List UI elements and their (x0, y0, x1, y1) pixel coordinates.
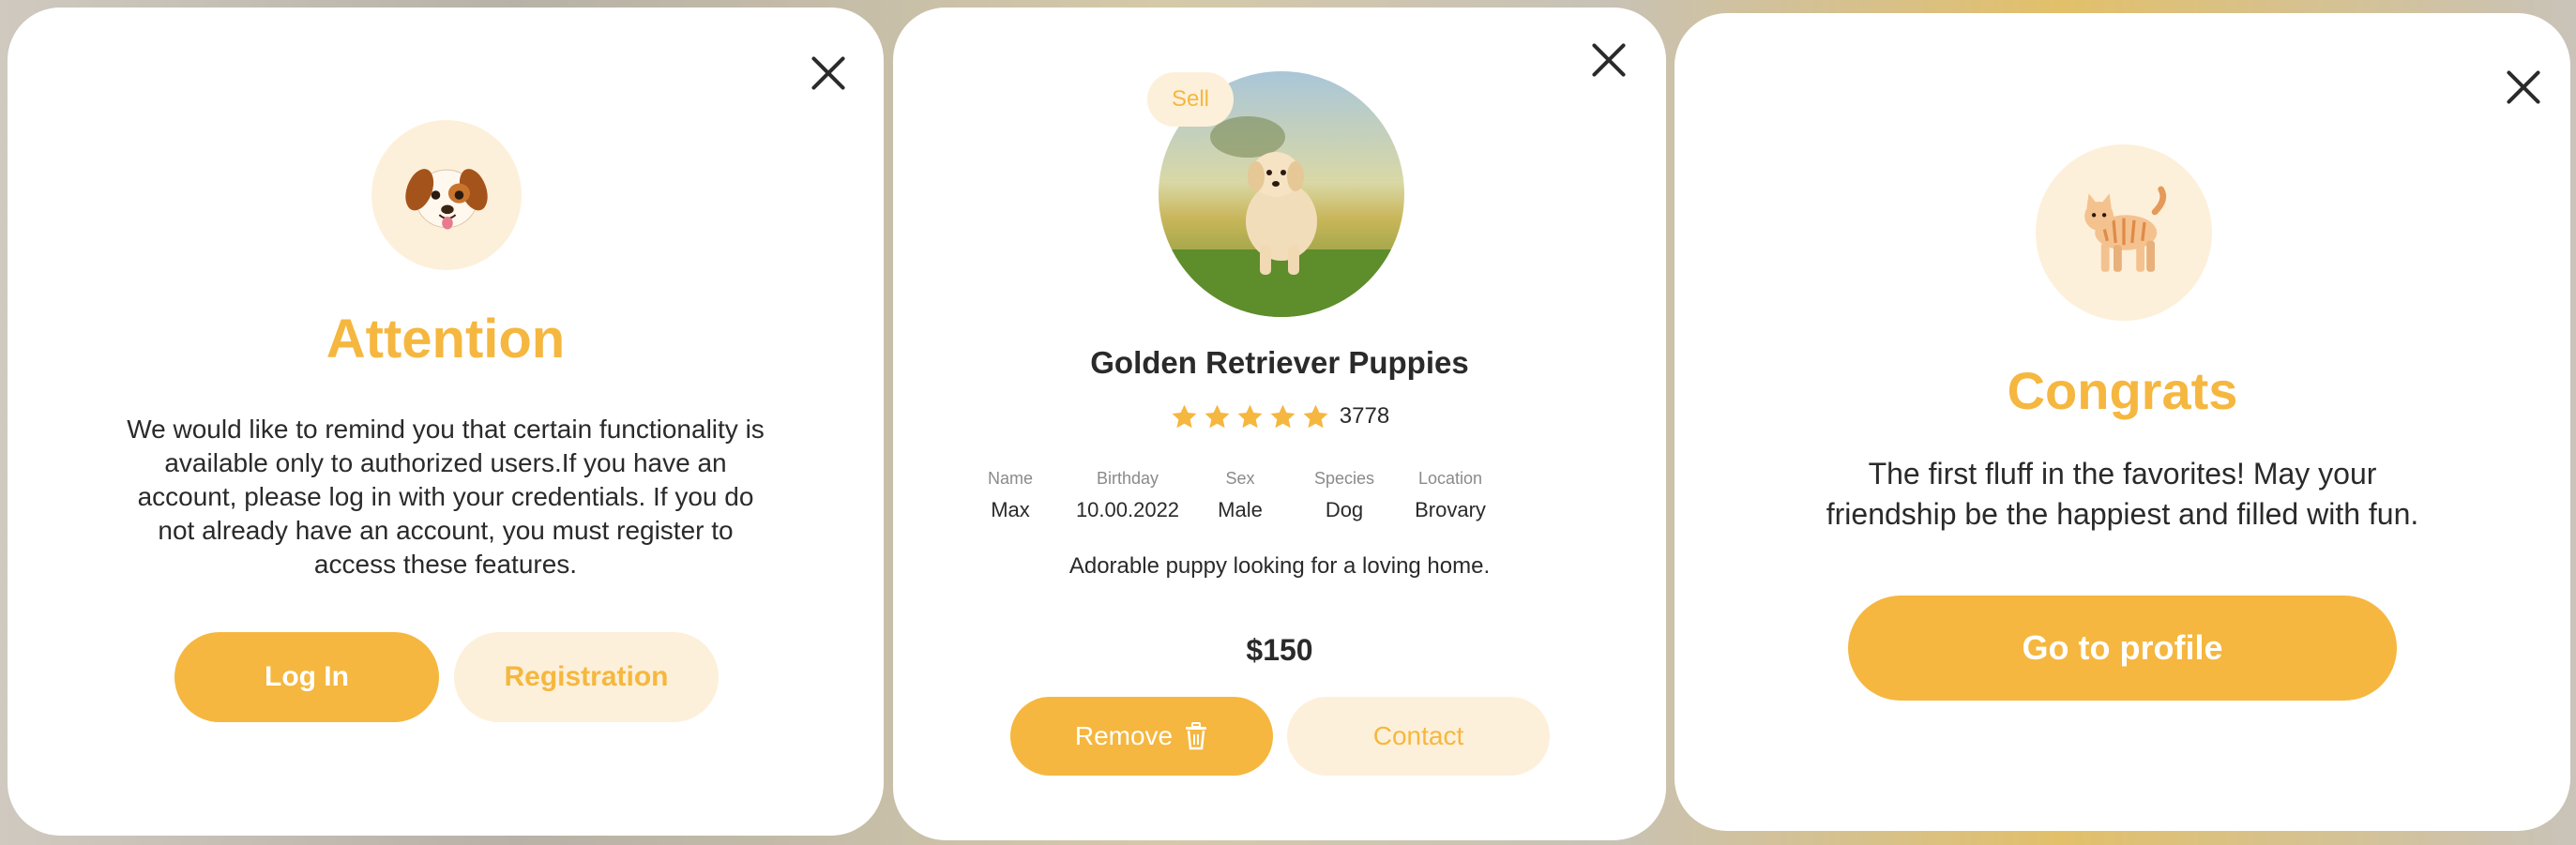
contact-button[interactable]: Contact (1287, 697, 1550, 776)
dog-face-icon (405, 169, 488, 230)
attention-message: We would like to remind you that certain… (64, 413, 827, 581)
star-icon (1303, 404, 1328, 428)
detail-label: Name (987, 469, 1033, 488)
registration-button[interactable]: Registration (454, 632, 719, 722)
cat-icon (2084, 186, 2167, 272)
rating-count: 3778 (1339, 403, 1390, 429)
star-icon (1270, 404, 1296, 428)
star-icon (1237, 404, 1263, 428)
login-button[interactable]: Log In (174, 632, 439, 722)
trash-icon (1186, 722, 1207, 750)
detail-label: Location (1417, 469, 1483, 488)
pet-price: $150 (1246, 633, 1313, 667)
message-line: The first fluff in the favorites! May yo… (1868, 457, 2377, 490)
dog-icon-circle (371, 120, 522, 270)
close-button[interactable] (1589, 40, 1629, 80)
star-icon (1172, 404, 1197, 428)
message-line: friendship be the happiest and filled wi… (1826, 497, 2419, 531)
rating: 3778 (893, 400, 1666, 433)
detail-value: Brovary (1415, 498, 1486, 521)
message-line: We would like to remind you that certain… (127, 415, 765, 444)
remove-button[interactable]: Remove (1010, 697, 1273, 776)
message-line: available only to authorized users.If yo… (164, 448, 727, 477)
message-line: not already have an account, you must re… (158, 516, 734, 545)
star-icon (1205, 404, 1230, 428)
sell-badge: Sell (1147, 72, 1234, 127)
detail-value: Max (991, 498, 1030, 521)
detail-label: Species (1313, 469, 1375, 488)
detail-name: Name Max (959, 469, 1062, 522)
detail-value: 10.00.2022 (1075, 498, 1180, 521)
congrats-title: Congrats (2007, 361, 2238, 420)
cat-icon-circle (2036, 144, 2212, 321)
message-line: account, please log in with your credent… (137, 482, 754, 511)
detail-label: Birthday (1096, 469, 1159, 488)
detail-label: Sex (1225, 469, 1255, 488)
pet-description: Adorable puppy looking for a loving home… (1068, 553, 1491, 579)
detail-sex: Sex Male (1193, 469, 1287, 522)
congrats-message: The first fluff in the favorites! May yo… (1674, 454, 2570, 535)
detail-value: Dog (1325, 498, 1364, 521)
close-button[interactable] (805, 50, 852, 97)
pet-title: Golden Retriever Puppies (1090, 345, 1469, 380)
detail-value: Male (1218, 498, 1263, 521)
congrats-modal: Congrats The first fluff in the favorite… (1674, 13, 2570, 831)
detail-location: Location Brovary (1394, 469, 1507, 522)
attention-modal: Attention We would like to remind you th… (8, 8, 884, 836)
detail-birthday: Birthday 10.00.2022 (1062, 469, 1193, 522)
message-line: access these features. (313, 550, 578, 579)
remove-label: Remove (1074, 721, 1174, 750)
pet-detail-modal: Sell Golden Retriever Puppies 3778 Name … (893, 8, 1666, 840)
go-to-profile-button[interactable]: Go to profile (1848, 596, 2397, 701)
pet-details: Name Max Birthday 10.00.2022 Sex Male Sp… (893, 469, 1666, 525)
close-button[interactable] (2498, 62, 2549, 113)
detail-species: Species Dog (1293, 469, 1396, 522)
attention-title: Attention (326, 309, 566, 370)
